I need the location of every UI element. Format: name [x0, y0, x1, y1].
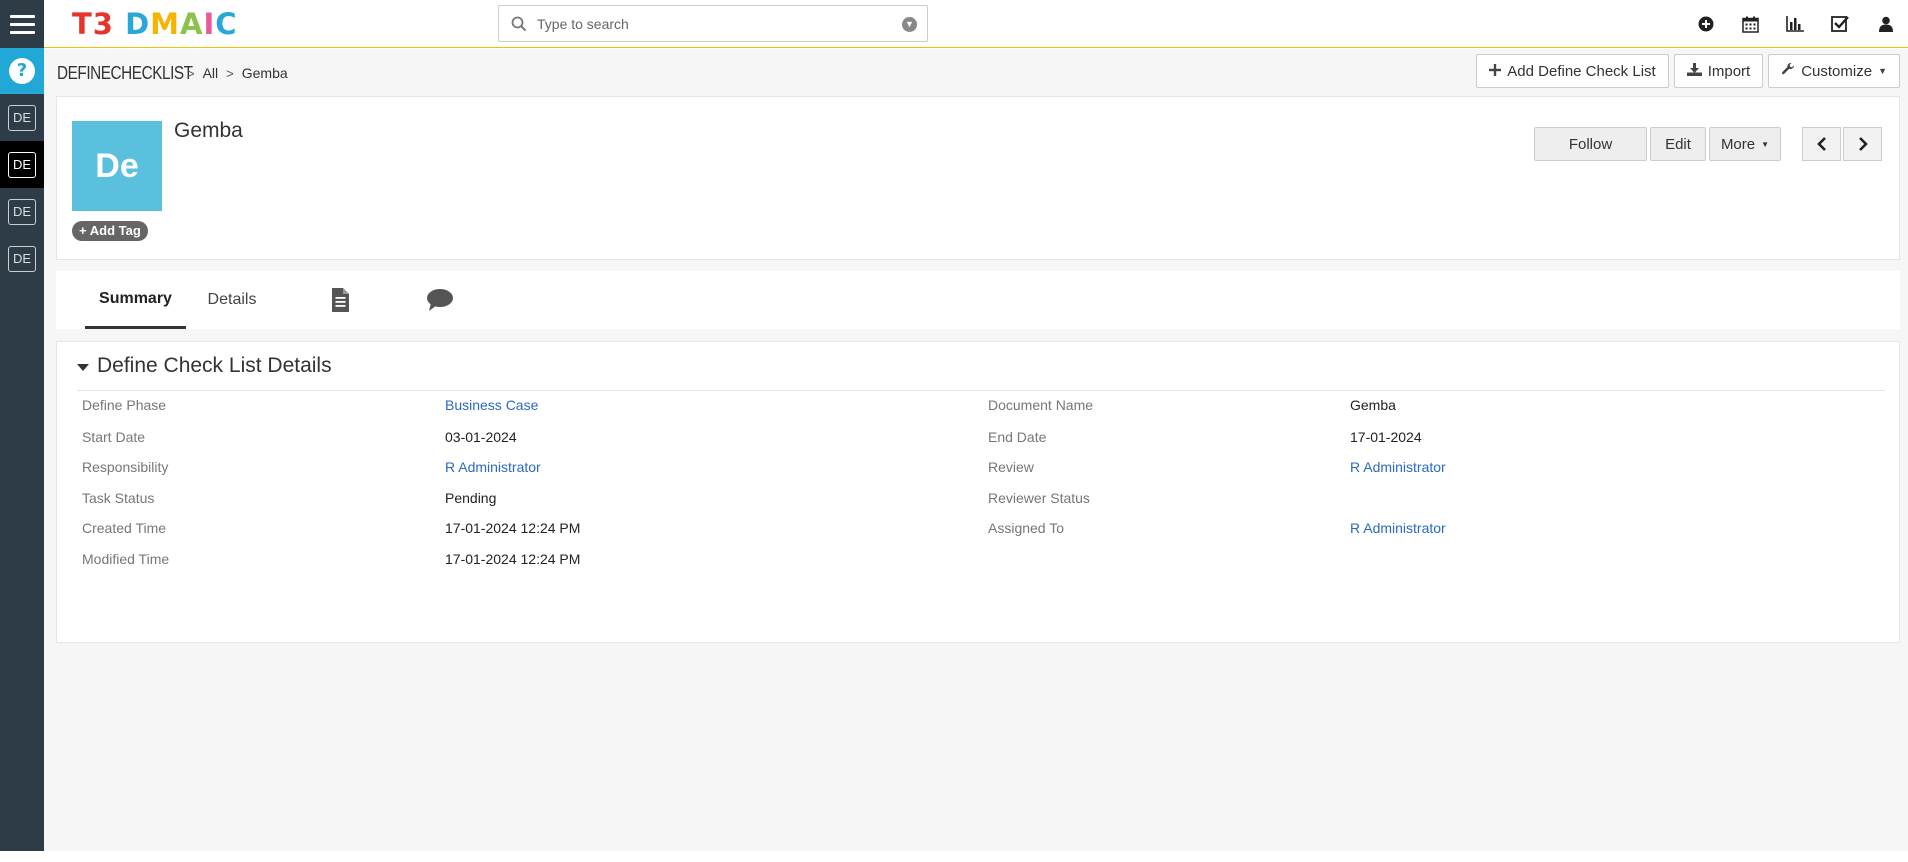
- document-icon: [332, 288, 349, 312]
- download-icon: [1686, 62, 1702, 80]
- field-label: Modified Time: [82, 551, 170, 567]
- field-value-created-time: 17-01-2024 12:24 PM: [445, 520, 581, 536]
- caret-down-icon: ▼: [1761, 139, 1770, 149]
- follow-label: Follow: [1568, 135, 1613, 153]
- rail-item-label: DE: [8, 245, 36, 272]
- define-check-list-details-section: Define Check List Details Define Phase B…: [56, 341, 1900, 643]
- user-icon[interactable]: [1863, 0, 1908, 48]
- global-search: ▼: [498, 5, 928, 42]
- add-define-check-list-button[interactable]: Add Define Check List: [1476, 54, 1669, 88]
- field-label: Created Time: [82, 520, 167, 536]
- field-label: Review: [988, 459, 1034, 475]
- calendar-icon[interactable]: [1728, 0, 1773, 48]
- record-title: Gemba: [174, 119, 243, 142]
- breadcrumb-module[interactable]: DEFINECHECKLIST: [57, 63, 193, 84]
- field-value-document-name: Gemba: [1350, 397, 1396, 413]
- add-button-label: Add Define Check List: [1507, 62, 1656, 80]
- tab-notes[interactable]: [306, 271, 374, 329]
- field-value-start-date: 03-01-2024: [445, 429, 517, 445]
- add-tag-label: Add Tag: [89, 223, 141, 238]
- field-label: Responsibility: [82, 459, 169, 475]
- previous-record-button[interactable]: [1802, 127, 1841, 161]
- search-scope-dropdown-icon[interactable]: ▼: [902, 17, 917, 32]
- checkbox-icon[interactable]: [1818, 0, 1863, 48]
- rail-item-4[interactable]: DE: [0, 235, 44, 282]
- plus-icon: +: [79, 223, 87, 238]
- app-logo[interactable]: T3 DMAIC: [72, 6, 238, 42]
- field-label: Task Status: [82, 490, 155, 506]
- field-label: End Date: [988, 429, 1047, 445]
- field-label: Define Phase: [82, 397, 167, 413]
- rail-item-2[interactable]: DE: [0, 141, 44, 188]
- record-header: De Gemba + Add Tag Follow Edit More ▼: [56, 96, 1900, 260]
- divider: [77, 390, 1885, 391]
- field-label: Reviewer Status: [988, 490, 1090, 506]
- next-record-button[interactable]: [1843, 127, 1882, 161]
- customize-button[interactable]: Customize ▼: [1768, 54, 1900, 88]
- hamburger-menu-icon[interactable]: [0, 0, 44, 48]
- add-tag-button[interactable]: + Add Tag: [72, 221, 148, 241]
- comment-icon: [427, 289, 453, 311]
- chevron-right-icon: [1858, 137, 1868, 151]
- plus-circle-icon[interactable]: [1683, 0, 1728, 48]
- field-value-review[interactable]: R Administrator: [1350, 459, 1446, 475]
- chevron-left-icon: [1816, 137, 1826, 151]
- search-icon: [511, 16, 527, 37]
- bar-chart-icon[interactable]: [1773, 0, 1818, 48]
- record-tabs: Summary Details: [56, 271, 1900, 329]
- rail-item-3[interactable]: DE: [0, 188, 44, 235]
- rail-item-1[interactable]: DE: [0, 94, 44, 141]
- more-button[interactable]: More ▼: [1709, 127, 1781, 161]
- tab-details[interactable]: Details: [186, 271, 278, 329]
- breadcrumb-current: Gemba: [241, 65, 288, 81]
- plus-icon: [1489, 63, 1502, 80]
- breadcrumb: DEFINECHECKLIST > All > Gemba: [57, 61, 288, 85]
- tab-comments[interactable]: [406, 271, 474, 329]
- wrench-icon: [1781, 62, 1795, 80]
- main-content: DEFINECHECKLIST > All > Gemba Add Define…: [44, 49, 1908, 851]
- section-header[interactable]: Define Check List Details: [57, 342, 1901, 390]
- edit-button[interactable]: Edit: [1650, 127, 1706, 161]
- tab-details-label: Details: [207, 291, 257, 308]
- field-label: Document Name: [988, 397, 1094, 413]
- breadcrumb-all[interactable]: All: [203, 65, 219, 81]
- rail-item-label: DE: [8, 198, 36, 225]
- field-value-define-phase[interactable]: Business Case: [445, 397, 538, 413]
- help-button[interactable]: ?: [0, 48, 44, 94]
- left-rail: ? DE DE DE DE: [0, 48, 44, 851]
- search-input[interactable]: [535, 10, 875, 37]
- avatar: De: [72, 121, 162, 211]
- tab-summary-label: Summary: [99, 289, 172, 307]
- tab-summary[interactable]: Summary: [85, 271, 186, 329]
- caret-down-icon: ▼: [1878, 66, 1887, 76]
- field-value-assigned-to[interactable]: R Administrator: [1350, 520, 1446, 536]
- chevron-right-icon: >: [226, 65, 234, 81]
- import-button[interactable]: Import: [1673, 54, 1764, 88]
- collapse-caret-icon: [77, 364, 89, 371]
- import-button-label: Import: [1707, 62, 1751, 80]
- field-label: Assigned To: [988, 520, 1065, 536]
- section-title: Define Check List Details: [97, 354, 332, 377]
- field-value-modified-time: 17-01-2024 12:24 PM: [445, 551, 581, 567]
- top-bar: T3 DMAIC ▼: [0, 0, 1908, 48]
- field-label: Start Date: [82, 429, 146, 445]
- field-value-task-status: Pending: [445, 490, 497, 506]
- question-icon: ?: [9, 58, 35, 84]
- more-label: More: [1720, 135, 1756, 153]
- customize-button-label: Customize: [1801, 62, 1873, 80]
- rail-item-label: DE: [8, 104, 36, 131]
- field-value-end-date: 17-01-2024: [1350, 429, 1422, 445]
- follow-button[interactable]: Follow: [1534, 127, 1647, 161]
- field-value-responsibility[interactable]: R Administrator: [445, 459, 541, 475]
- edit-label: Edit: [1665, 135, 1691, 153]
- rail-item-label: DE: [8, 151, 36, 178]
